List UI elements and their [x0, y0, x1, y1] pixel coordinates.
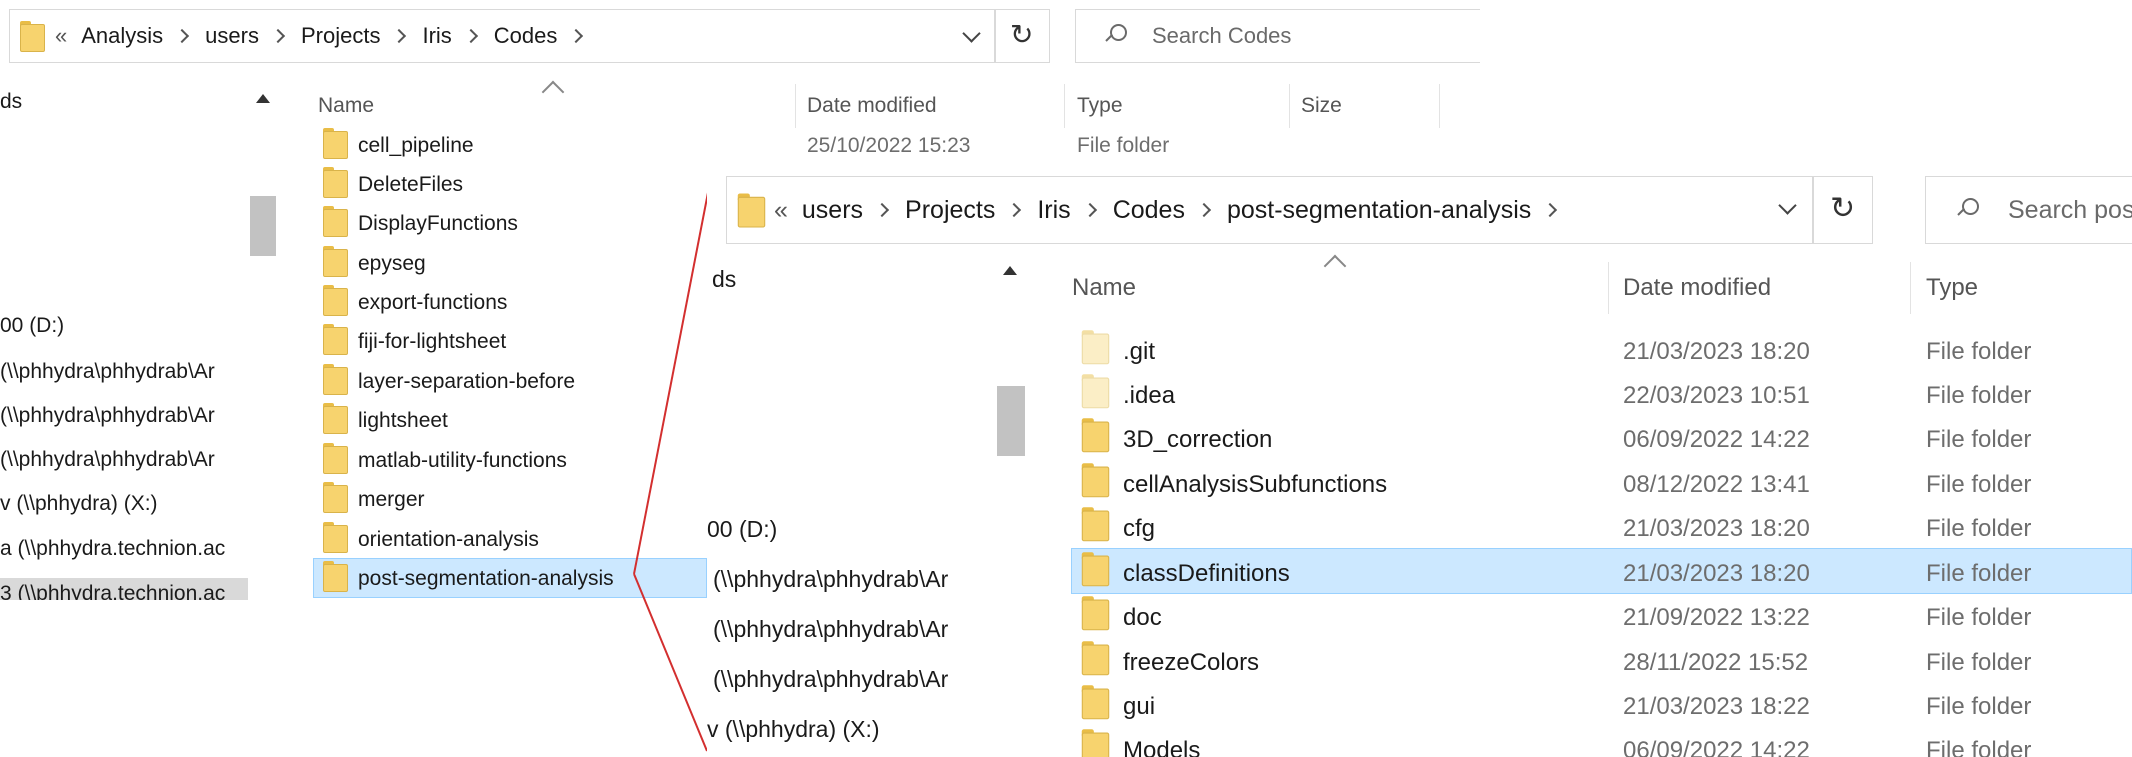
file-name[interactable]: cellAnalysisSubfunctions	[1123, 471, 1387, 499]
file-date: 21/03/2023 18:20	[1623, 338, 1810, 365]
file-name[interactable]: 3D_correction	[1123, 426, 1272, 454]
breadcrumb-item[interactable]: users	[802, 196, 863, 225]
file-name[interactable]: doc	[1123, 604, 1162, 632]
search-icon	[1956, 198, 1979, 220]
nav-item[interactable]: (\\phhydra\phhydrab\Ar	[713, 666, 948, 693]
folder-icon	[1081, 374, 1110, 409]
file-name[interactable]: .git	[1123, 338, 1155, 366]
address-bar[interactable]: « users Projects Iris Codes post-segment…	[726, 176, 1813, 244]
search-box[interactable]: Search pos	[1925, 176, 2132, 244]
file-date: 08/12/2022 13:41	[1623, 471, 1810, 498]
file-type: File folder	[1926, 737, 2032, 757]
chevron-right-icon[interactable]	[874, 202, 890, 218]
sort-caret-icon	[1323, 254, 1347, 278]
explorer-window-post-segmentation-analysis: « users Projects Iris Codes post-segment…	[707, 170, 2132, 757]
file-list: .git 21/03/2023 18:20 File folder .idea …	[1063, 330, 2132, 757]
breadcrumb-item[interactable]: post-segmentation-analysis	[1227, 196, 1531, 225]
column-header-name[interactable]: Name	[1072, 274, 1136, 302]
chevron-right-icon[interactable]	[1196, 202, 1212, 218]
scroll-up-icon[interactable]	[1003, 266, 1017, 275]
column-divider[interactable]	[1608, 262, 1609, 314]
file-date: 06/09/2022 14:22	[1623, 737, 1810, 757]
callout-line-top	[633, 171, 713, 575]
file-date: 21/03/2023 18:20	[1623, 515, 1810, 542]
file-name[interactable]: .idea	[1123, 382, 1175, 410]
file-date: 21/03/2023 18:22	[1623, 693, 1810, 720]
file-date: 06/09/2022 14:22	[1623, 426, 1810, 453]
chevron-right-icon[interactable]	[1543, 202, 1558, 218]
folder-icon	[1081, 507, 1110, 542]
nav-item[interactable]: (\\phhydra\phhydrab\Ar	[713, 566, 948, 593]
file-name[interactable]: cfg	[1123, 515, 1155, 543]
file-name[interactable]: gui	[1123, 693, 1155, 721]
column-header-type[interactable]: Type	[1926, 274, 1978, 302]
folder-icon	[1081, 330, 1110, 365]
chevron-right-icon[interactable]	[1082, 202, 1097, 218]
breadcrumb-item[interactable]: Codes	[1113, 196, 1185, 225]
file-type: File folder	[1926, 382, 2032, 409]
file-type: File folder	[1926, 604, 2032, 631]
file-name[interactable]: Models	[1123, 737, 1200, 757]
file-type: File folder	[1926, 471, 2032, 498]
nav-scrollbar[interactable]	[994, 256, 1027, 757]
refresh-button[interactable]: ↻	[1813, 176, 1873, 244]
nav-item[interactable]: 00 (D:)	[707, 516, 777, 543]
search-input[interactable]: Search pos	[2008, 196, 2132, 225]
scroll-thumb[interactable]	[997, 386, 1025, 456]
nav-item[interactable]: ds	[712, 266, 736, 293]
file-date: 22/03/2023 10:51	[1623, 382, 1810, 409]
breadcrumb-item[interactable]: Projects	[905, 196, 995, 225]
file-name[interactable]: classDefinitions	[1123, 560, 1290, 588]
folder-icon	[1081, 685, 1110, 720]
navigation-pane: ds 00 (D:) (\\phhydra\phhydrab\Ar (\\phh…	[707, 256, 1027, 757]
file-type: File folder	[1926, 515, 2032, 542]
file-date: 21/03/2023 18:20	[1623, 560, 1810, 587]
folder-icon	[737, 192, 766, 228]
file-date: 21/09/2022 13:22	[1623, 604, 1810, 631]
column-divider[interactable]	[1910, 262, 1911, 314]
folder-icon	[1081, 552, 1110, 587]
folder-icon	[1081, 729, 1110, 757]
folder-icon	[1081, 463, 1110, 498]
file-type: File folder	[1926, 560, 2032, 587]
folder-icon	[1081, 418, 1110, 453]
breadcrumb-item[interactable]: Iris	[1037, 196, 1070, 225]
refresh-icon: ↻	[1830, 192, 1856, 225]
file-type: File folder	[1926, 649, 2032, 676]
nav-item[interactable]: v (\\phhydra) (X:)	[707, 716, 880, 743]
chevron-right-icon[interactable]	[1007, 202, 1022, 218]
breadcrumb-overflow[interactable]: «	[774, 196, 788, 225]
file-type: File folder	[1926, 693, 2032, 720]
file-date: 28/11/2022 15:52	[1623, 649, 1809, 676]
file-type: File folder	[1926, 338, 2032, 365]
column-header-date[interactable]: Date modified	[1623, 274, 1771, 302]
nav-item[interactable]: (\\phhydra\phhydrab\Ar	[713, 616, 948, 643]
callout-line-bottom	[633, 573, 708, 752]
folder-icon	[1081, 641, 1110, 676]
file-type: File folder	[1926, 426, 2032, 453]
file-name[interactable]: freezeColors	[1123, 649, 1259, 677]
folder-icon	[1081, 596, 1110, 631]
